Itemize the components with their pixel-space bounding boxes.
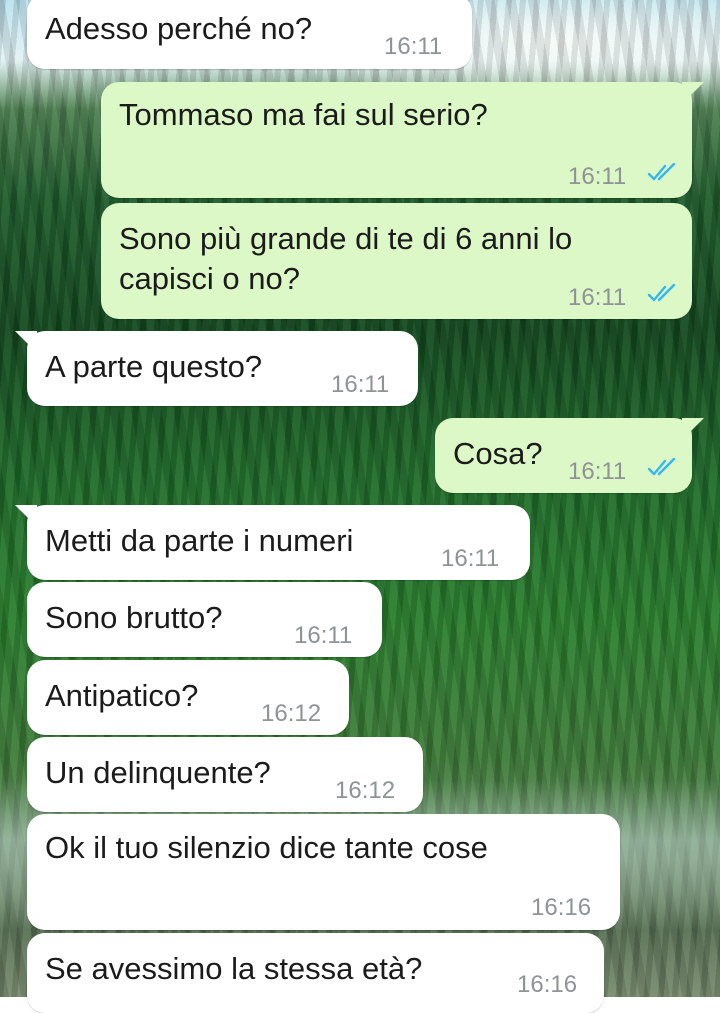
message-text: Antipatico? <box>45 678 199 713</box>
outgoing-message[interactable]: Sono più grande di te di 6 anni lo capis… <box>101 203 692 319</box>
incoming-message[interactable]: A parte questo? 16:11 <box>15 331 418 406</box>
message-text: Sono brutto? <box>45 600 223 635</box>
message-text: Se avessimo la stessa età? <box>45 951 423 986</box>
message-text: A parte questo? <box>45 349 263 384</box>
message-text-line-1: Sono più grande di te di 6 anni lo <box>119 221 573 256</box>
message-time: 16:11 <box>294 622 353 649</box>
bubble-tail <box>682 418 704 440</box>
outgoing-message[interactable]: Tommaso ma fai sul serio? 16:11 <box>101 82 704 198</box>
bubble-tail <box>15 505 37 527</box>
incoming-message[interactable]: Ok il tuo silenzio dice tante cose 16:16 <box>27 814 620 930</box>
message-text-line-2: capisci o no? <box>119 261 300 296</box>
message-time: 16:12 <box>335 777 396 804</box>
message-time: 16:11 <box>568 284 627 311</box>
message-text: Metti da parte i numeri <box>45 523 354 558</box>
incoming-message[interactable]: Antipatico? 16:12 <box>27 660 349 735</box>
bubble-tail <box>682 82 704 104</box>
message-time: 16:16 <box>531 894 592 921</box>
message-text: Un delinquente? <box>45 755 271 790</box>
message-text: Cosa? <box>453 436 543 471</box>
message-time: 16:11 <box>331 371 390 398</box>
incoming-message[interactable]: Sono brutto? 16:11 <box>27 582 382 657</box>
incoming-message[interactable]: Metti da parte i numeri 16:11 <box>15 505 530 580</box>
message-time: 16:11 <box>384 33 443 60</box>
message-text: Tommaso ma fai sul serio? <box>119 97 488 132</box>
message-time: 16:11 <box>568 458 627 485</box>
message-text: Adesso perché no? <box>45 11 313 46</box>
read-double-check-icon <box>647 457 676 476</box>
incoming-message[interactable]: Adesso perché no? 16:11 <box>27 0 472 69</box>
incoming-message[interactable]: Se avessimo la stessa età? 16:16 <box>27 933 604 1013</box>
incoming-message[interactable]: Un delinquente? 16:12 <box>27 737 423 812</box>
read-double-check-icon <box>647 283 676 302</box>
bubble-tail <box>15 331 37 353</box>
message-time: 16:12 <box>261 700 322 727</box>
read-double-check-icon <box>647 162 676 181</box>
message-time: 16:11 <box>568 163 627 190</box>
outgoing-message[interactable]: Cosa? 16:11 <box>435 418 704 493</box>
message-time: 16:16 <box>517 971 578 998</box>
message-text: Ok il tuo silenzio dice tante cose <box>45 830 488 865</box>
message-time: 16:11 <box>441 545 500 572</box>
